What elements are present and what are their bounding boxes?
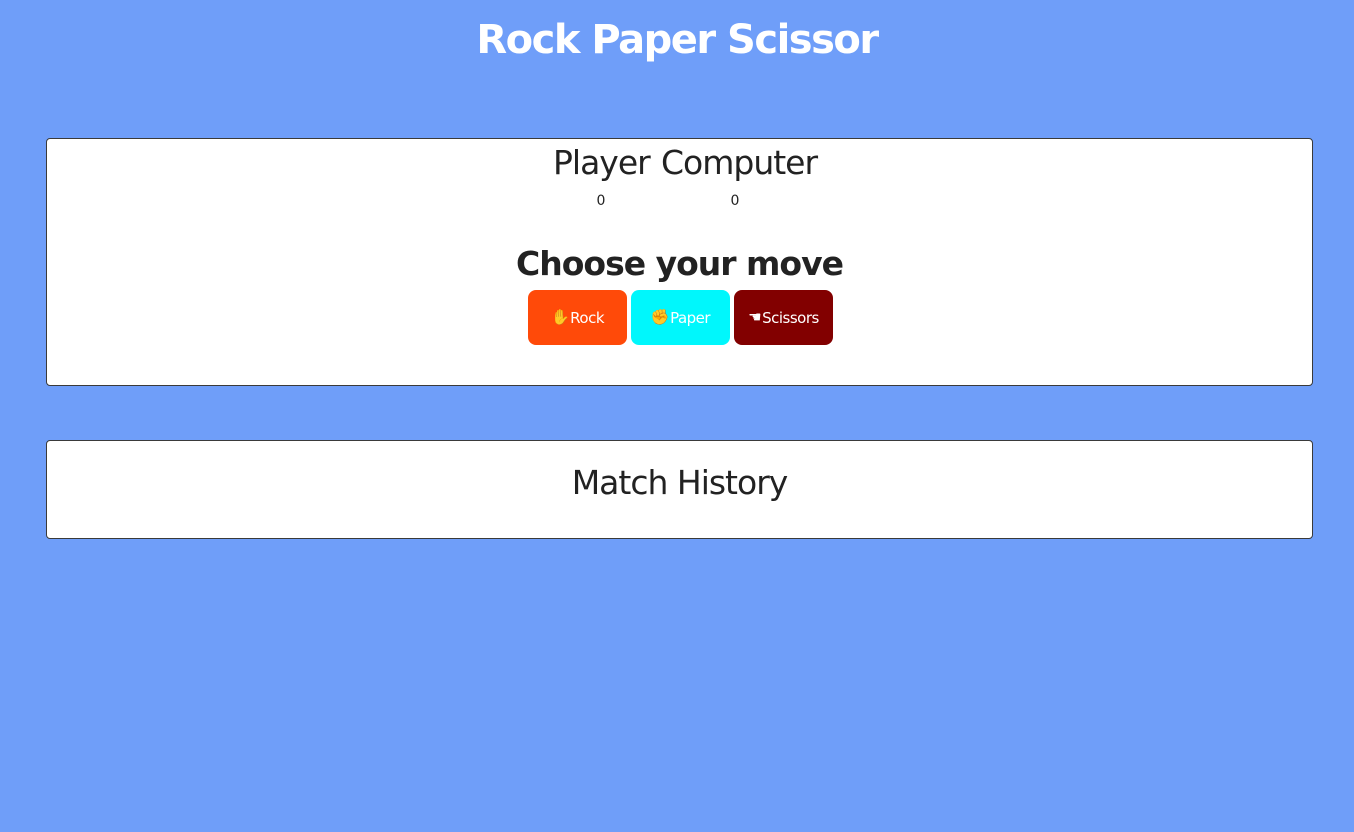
player-label: Player — [553, 143, 651, 182]
scissors-button[interactable]: ☚ Scissors — [734, 290, 833, 345]
paper-button[interactable]: ✊ Paper — [631, 290, 730, 345]
rock-button[interactable]: ✋ Rock — [528, 290, 627, 345]
game-card: Player 0 Computer 0 Choose your move ✋ Ro… — [46, 138, 1313, 386]
computer-label: Computer — [661, 143, 818, 182]
scissors-button-label: Scissors — [762, 308, 819, 327]
player-score-column: Player 0 — [553, 139, 651, 211]
choose-move-heading: Choose your move — [516, 244, 844, 283]
match-history-heading: Match History — [571, 463, 789, 502]
hand-icon: ✋ — [550, 308, 570, 326]
fist-icon: ✊ — [650, 308, 670, 326]
pointing-hand-icon: ☚ — [748, 308, 762, 326]
computer-score-column: Computer 0 — [661, 139, 818, 211]
player-score: 0 — [596, 193, 606, 209]
rock-button-label: Rock — [570, 308, 605, 327]
computer-score: 0 — [730, 193, 740, 209]
paper-button-label: Paper — [670, 308, 711, 327]
match-history-card: Match History — [46, 440, 1313, 539]
page-title: Rock Paper Scissor — [476, 17, 879, 63]
